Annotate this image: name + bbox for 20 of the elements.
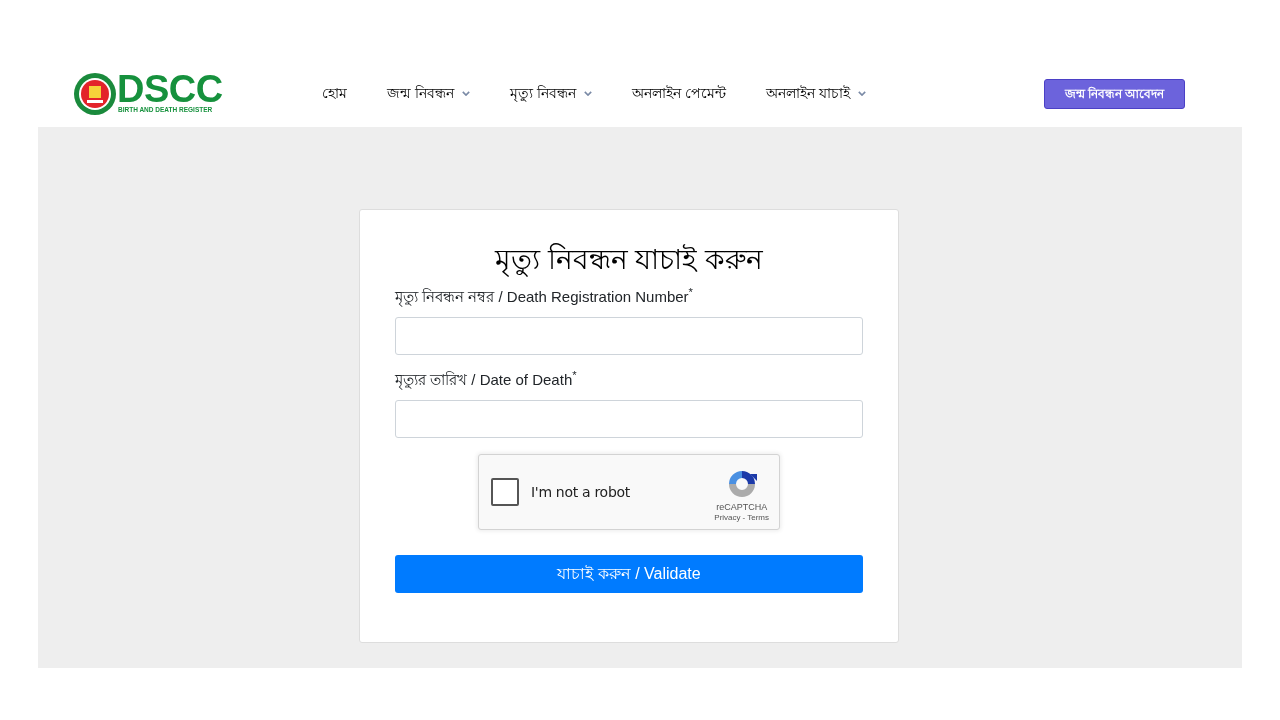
emblem-icon xyxy=(74,72,116,115)
nav-link[interactable]: অনলাইন পেমেন্ট xyxy=(631,83,726,104)
recaptcha-brand: reCAPTCHA xyxy=(716,500,768,513)
apply-button[interactable]: জন্ম নিবন্ধন আবেদন xyxy=(1044,78,1185,109)
input-field[interactable] xyxy=(395,317,863,355)
checkbox[interactable] xyxy=(491,478,519,506)
recaptcha-link[interactable]: Terms xyxy=(747,512,769,523)
nav-link[interactable]: হোম xyxy=(322,83,347,104)
nav-link[interactable]: অনলাইন যাচাই xyxy=(765,83,866,104)
separator: - xyxy=(742,512,746,523)
logo-title: DSCC xyxy=(117,73,223,105)
nav-link[interactable]: জন্ম নিবন্ধন xyxy=(387,83,470,104)
captcha-label: I'm not a robot xyxy=(531,482,630,502)
input-field[interactable] xyxy=(395,400,863,438)
nav-link[interactable]: মৃত্যু নিবন্ধন xyxy=(509,83,592,104)
field-label: মৃত্যু নিবন্ধন নম্বর / Death Registration Number$^{*}$ xyxy=(395,286,694,308)
field-label: মৃত্যুর তারিখ / Date of Death$^{*}$ xyxy=(395,369,578,391)
recaptcha-link[interactable]: Privacy xyxy=(714,512,741,523)
form-title: মৃত্যু নিবন্ধন যাচাই করুন xyxy=(493,242,765,279)
validate-button[interactable]: যাচাই করুন / Validate xyxy=(395,555,863,593)
